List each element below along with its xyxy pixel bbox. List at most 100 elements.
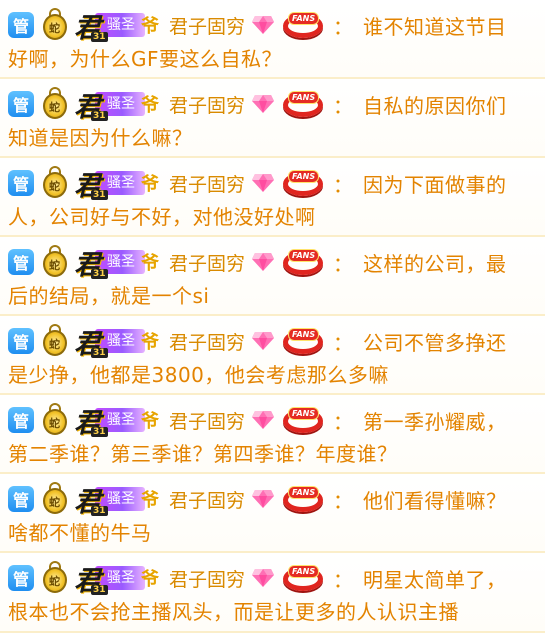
message-text-line1: 这样的公司，最 bbox=[363, 251, 507, 276]
title-mark: 爷 bbox=[141, 253, 159, 274]
admin-badge-icon: 管 bbox=[8, 170, 34, 196]
message-text-line1: 他们看得懂嘛？ bbox=[363, 488, 507, 513]
level-badge-icon: 君 31 骚圣 爷 bbox=[74, 247, 159, 281]
message-header: 管 蛇 君 31 骚圣 爷 君子固穷 FANS ： 谁不知道这节目 bbox=[8, 7, 535, 44]
admin-badge-icon: 管 bbox=[8, 407, 34, 433]
message-header: 管 蛇 君 31 骚圣 爷 君子固穷 FANS ： 第一季孙耀威， bbox=[8, 402, 535, 439]
message-text-line2: 知道是因为什么嘛？ bbox=[8, 126, 193, 150]
colon: ： bbox=[333, 488, 354, 513]
message-text-line1: 明星太简单了， bbox=[363, 567, 507, 592]
level-number: 31 bbox=[91, 111, 108, 121]
username[interactable]: 君子固穷 bbox=[169, 170, 245, 197]
gold-medal-icon: 蛇 bbox=[40, 166, 70, 200]
diamond-gem-icon bbox=[251, 94, 275, 114]
message-text-line1: 自私的原因你们 bbox=[363, 93, 507, 118]
level-number: 31 bbox=[91, 190, 108, 200]
title-mark: 爷 bbox=[141, 569, 159, 590]
level-badge-icon: 君 31 骚圣 爷 bbox=[74, 563, 159, 597]
message-header: 管 蛇 君 31 骚圣 爷 君子固穷 FANS ： 自私的原因你们 bbox=[8, 86, 535, 123]
admin-badge-icon: 管 bbox=[8, 328, 34, 354]
medal-glyph: 蛇 bbox=[49, 575, 60, 588]
fans-label: FANS bbox=[288, 12, 320, 25]
username[interactable]: 君子固穷 bbox=[169, 12, 245, 39]
message-header: 管 蛇 君 31 骚圣 爷 君子固穷 FANS ： 公司不管多挣还 bbox=[8, 323, 535, 360]
message-text-line2: 好啊，为什么GF要这么自私？ bbox=[8, 47, 283, 71]
message-header: 管 蛇 君 31 骚圣 爷 君子固穷 FANS ： 这样的公司，最 bbox=[8, 244, 535, 281]
level-badge-icon: 君 31 骚圣 爷 bbox=[74, 484, 159, 518]
title-mark: 爷 bbox=[141, 95, 159, 116]
fans-ring-icon: FANS bbox=[281, 326, 325, 356]
chat-feed: 管 蛇 君 31 骚圣 爷 君子固穷 FANS ： 谁不知道这节目 好啊，为什么… bbox=[0, 0, 545, 633]
level-number: 31 bbox=[91, 585, 108, 595]
admin-badge-icon: 管 bbox=[8, 486, 34, 512]
username[interactable]: 君子固穷 bbox=[169, 407, 245, 434]
fans-ring-icon: FANS bbox=[281, 247, 325, 277]
fans-ring-icon: FANS bbox=[281, 10, 325, 40]
chat-message: 管 蛇 君 31 骚圣 爷 君子固穷 FANS ： 自私的原因你们 知道是因为什… bbox=[0, 79, 545, 158]
fans-ring-icon: FANS bbox=[281, 405, 325, 435]
gold-medal-icon: 蛇 bbox=[40, 561, 70, 595]
diamond-gem-icon bbox=[251, 173, 275, 193]
fans-label: FANS bbox=[288, 407, 320, 420]
username[interactable]: 君子固穷 bbox=[169, 486, 245, 513]
message-text-line2: 啥都不懂的牛马 bbox=[8, 521, 152, 545]
message-text-line2: 根本也不会抢主播风头，而是让更多的人认识主播 bbox=[8, 600, 459, 624]
message-text-line2: 后的结局，就是一个si bbox=[8, 284, 210, 308]
medal-glyph: 蛇 bbox=[49, 259, 60, 272]
level-number: 31 bbox=[91, 427, 108, 437]
level-badge-icon: 君 31 骚圣 爷 bbox=[74, 168, 159, 202]
gold-medal-icon: 蛇 bbox=[40, 482, 70, 516]
message-text-line1: 公司不管多挣还 bbox=[363, 330, 507, 355]
title-mark: 爷 bbox=[141, 16, 159, 37]
level-badge-icon: 君 31 骚圣 爷 bbox=[74, 405, 159, 439]
chat-message: 管 蛇 君 31 骚圣 爷 君子固穷 FANS ： 公司不管多挣还 是少挣，他都… bbox=[0, 316, 545, 395]
level-number: 31 bbox=[91, 506, 108, 516]
level-badge-icon: 君 31 骚圣 爷 bbox=[74, 89, 159, 123]
gold-medal-icon: 蛇 bbox=[40, 8, 70, 42]
gold-medal-icon: 蛇 bbox=[40, 324, 70, 358]
diamond-gem-icon bbox=[251, 568, 275, 588]
fans-label: FANS bbox=[288, 170, 320, 183]
colon: ： bbox=[333, 14, 354, 39]
medal-glyph: 蛇 bbox=[49, 22, 60, 35]
chat-message: 管 蛇 君 31 骚圣 爷 君子固穷 FANS ： 谁不知道这节目 好啊，为什么… bbox=[0, 0, 545, 79]
fans-ring-icon: FANS bbox=[281, 168, 325, 198]
admin-badge-icon: 管 bbox=[8, 249, 34, 275]
level-badge-icon: 君 31 骚圣 爷 bbox=[74, 10, 159, 44]
chat-message: 管 蛇 君 31 骚圣 爷 君子固穷 FANS ： 这样的公司，最 后的结局，就… bbox=[0, 237, 545, 316]
message-header: 管 蛇 君 31 骚圣 爷 君子固穷 FANS ： 明星太简单了， bbox=[8, 560, 535, 597]
message-text-line2: 第二季谁？第三季谁？第四季谁？年度谁？ bbox=[8, 442, 398, 466]
colon: ： bbox=[333, 172, 354, 197]
fans-ring-icon: FANS bbox=[281, 484, 325, 514]
colon: ： bbox=[333, 251, 354, 276]
fans-label: FANS bbox=[288, 249, 320, 262]
admin-badge-icon: 管 bbox=[8, 91, 34, 117]
gold-medal-icon: 蛇 bbox=[40, 403, 70, 437]
chat-message: 管 蛇 君 31 骚圣 爷 君子固穷 FANS ： 第一季孙耀威， 第二季谁？第… bbox=[0, 395, 545, 474]
medal-glyph: 蛇 bbox=[49, 496, 60, 509]
fans-label: FANS bbox=[288, 91, 320, 104]
message-text-line2: 人，公司好与不好，对他没好处啊 bbox=[8, 205, 316, 229]
gold-medal-icon: 蛇 bbox=[40, 87, 70, 121]
message-header: 管 蛇 君 31 骚圣 爷 君子固穷 FANS ： 他们看得懂嘛？ bbox=[8, 481, 535, 518]
username[interactable]: 君子固穷 bbox=[169, 249, 245, 276]
message-text-line1: 第一季孙耀威， bbox=[363, 409, 507, 434]
diamond-gem-icon bbox=[251, 15, 275, 35]
medal-glyph: 蛇 bbox=[49, 338, 60, 351]
diamond-gem-icon bbox=[251, 489, 275, 509]
colon: ： bbox=[333, 567, 354, 592]
admin-badge-icon: 管 bbox=[8, 12, 34, 38]
fans-label: FANS bbox=[288, 486, 320, 499]
chat-message: 管 蛇 君 31 骚圣 爷 君子固穷 FANS ： 明星太简单了， 根本也不会抢… bbox=[0, 553, 545, 633]
username[interactable]: 君子固穷 bbox=[169, 91, 245, 118]
message-header: 管 蛇 君 31 骚圣 爷 君子固穷 FANS ： 因为下面做事的 bbox=[8, 165, 535, 202]
fans-label: FANS bbox=[288, 565, 320, 578]
diamond-gem-icon bbox=[251, 410, 275, 430]
medal-glyph: 蛇 bbox=[49, 417, 60, 430]
level-badge-icon: 君 31 骚圣 爷 bbox=[74, 326, 159, 360]
admin-badge-icon: 管 bbox=[8, 565, 34, 591]
title-mark: 爷 bbox=[141, 490, 159, 511]
username[interactable]: 君子固穷 bbox=[169, 565, 245, 592]
fans-ring-icon: FANS bbox=[281, 89, 325, 119]
username[interactable]: 君子固穷 bbox=[169, 328, 245, 355]
